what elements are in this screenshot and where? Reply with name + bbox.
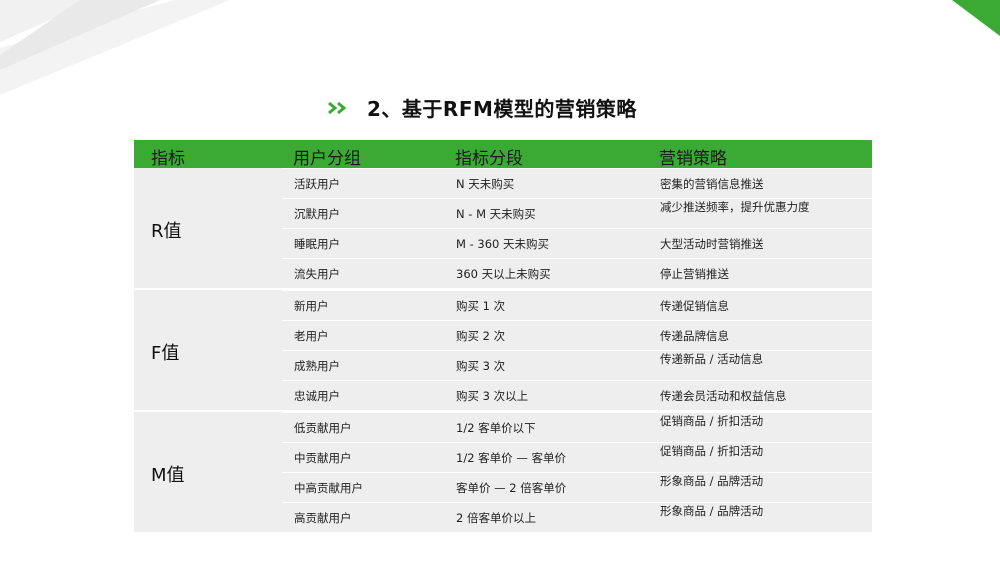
strategy-cell: 形象商品 / 品牌活动 xyxy=(660,474,764,488)
segment-cell: 购买 3 次以上 xyxy=(456,389,529,403)
group-label: F值 xyxy=(151,342,180,364)
table-row: 活跃用户 N 天未购买 密集的营销信息推送 xyxy=(282,168,872,198)
strategy-cell: 减少推送频率，提升优惠力度 xyxy=(660,200,810,214)
segment-cell: 客单价 — 2 倍客单价 xyxy=(456,481,567,495)
header-user-group: 用户分组 xyxy=(293,149,361,169)
table-row: 睡眠用户 M - 360 天未购买 大型活动时营销推送 xyxy=(282,228,872,258)
header-segment: 指标分段 xyxy=(455,149,523,169)
user-group-cell: 高贡献用户 xyxy=(294,511,352,525)
decorative-stripes xyxy=(0,0,230,95)
user-group-cell: 老用户 xyxy=(294,329,329,343)
segment-cell: 2 倍客单价以上 xyxy=(456,511,536,525)
segment-cell: 购买 1 次 xyxy=(456,299,506,313)
page-title-block: 2、基于RFM模型的营销策略 xyxy=(327,93,637,122)
segment-cell: 购买 2 次 xyxy=(456,329,506,343)
table-row: 老用户 购买 2 次 传递品牌信息 xyxy=(282,320,872,350)
header-strategy: 营销策略 xyxy=(659,149,727,169)
strategy-cell: 大型活动时营销推送 xyxy=(660,237,764,251)
strategy-cell: 促销商品 / 折扣活动 xyxy=(660,444,764,458)
table-group: F值 新用户 购买 1 次传递促销信息 老用户 购买 2 次传递品牌信息 成熟用户 购买 3… xyxy=(134,288,872,410)
user-group-cell: 活跃用户 xyxy=(294,177,340,191)
user-group-cell: 中高贡献用户 xyxy=(294,481,363,495)
strategy-cell: 传递品牌信息 xyxy=(660,329,729,343)
user-group-cell: 中贡献用户 xyxy=(294,451,352,465)
table-row: 新用户 购买 1 次 传递促销信息 xyxy=(282,290,872,320)
table-row: 沉默用户 N - M 天未购买 减少推送频率，提升优惠力度 xyxy=(282,198,872,228)
strategy-cell: 传递会员活动和权益信息 xyxy=(660,389,787,403)
segment-cell: 1/2 客单价以下 xyxy=(456,421,536,435)
strategy-cell: 促销商品 / 折扣活动 xyxy=(660,414,764,428)
strategy-cell: 传递促销信息 xyxy=(660,299,729,313)
segment-cell: 1/2 客单价 — 客单价 xyxy=(456,451,566,465)
table-row: 成熟用户 购买 3 次 传递新品 / 活动信息 xyxy=(282,350,872,380)
user-group-cell: 低贡献用户 xyxy=(294,421,352,435)
corner-accent xyxy=(952,0,1000,36)
user-group-cell: 新用户 xyxy=(294,299,329,313)
double-chevron-right-icon xyxy=(328,101,347,114)
strategy-cell: 形象商品 / 品牌活动 xyxy=(660,504,764,518)
user-group-cell: 忠诚用户 xyxy=(294,389,340,403)
table-row: 低贡献用户 1/2 客单价以下 促销商品 / 折扣活动 xyxy=(282,412,872,442)
strategy-cell: 密集的营销信息推送 xyxy=(660,177,764,191)
table-row: 高贡献用户 2 倍客单价以上 形象商品 / 品牌活动 xyxy=(282,502,872,532)
segment-cell: 购买 3 次 xyxy=(456,359,506,373)
table-row: 忠诚用户 购买 3 次以上 传递会员活动和权益信息 xyxy=(282,380,872,410)
table-row: 中高贡献用户 客单价 — 2 倍客单价 形象商品 / 品牌活动 xyxy=(282,472,872,502)
rfm-table: 指标 用户分组 指标分段 营销策略 R值 活跃用户 N 天未购买 密集的营销信息推送沉… xyxy=(134,140,872,532)
segment-cell: N 天未购买 xyxy=(456,177,515,191)
segment-cell: M - 360 天未购买 xyxy=(456,237,549,251)
strategy-cell: 停止营销推送 xyxy=(660,267,729,281)
user-group-cell: 睡眠用户 xyxy=(294,237,340,251)
header-indicator: 指标 xyxy=(151,149,185,169)
segment-cell: 360 天以上未购买 xyxy=(456,267,551,281)
group-label: M值 xyxy=(151,464,185,486)
group-label: R值 xyxy=(151,220,182,242)
segment-cell: N - M 天未购买 xyxy=(456,207,536,221)
table-row: 流失用户 360 天以上未购买 停止营销推送 xyxy=(282,258,872,288)
table-group: R值 活跃用户 N 天未购买 密集的营销信息推送沉默用户 N - M 天未购买 减少推送频… xyxy=(134,168,872,288)
table-header: 指标 用户分组 指标分段 营销策略 xyxy=(134,140,872,169)
table-group: M值 低贡献用户 1/2 客单价以下 促销商品 / 折扣活动 中贡献用户 1/2 客单价 … xyxy=(134,410,872,532)
user-group-cell: 成熟用户 xyxy=(294,359,340,373)
strategy-cell: 传递新品 / 活动信息 xyxy=(660,352,764,366)
table-row: 中贡献用户 1/2 客单价 — 客单价 促销商品 / 折扣活动 xyxy=(282,442,872,472)
page-title: 2、基于RFM模型的营销策略 xyxy=(367,97,637,121)
user-group-cell: 沉默用户 xyxy=(294,207,340,221)
user-group-cell: 流失用户 xyxy=(294,267,340,281)
